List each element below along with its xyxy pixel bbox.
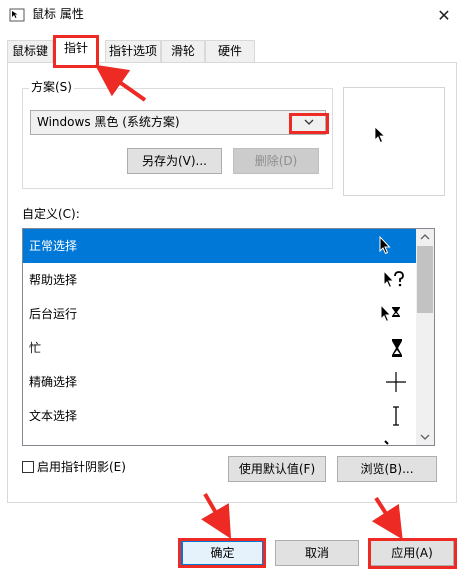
- list-item[interactable]: 后台运行: [23, 297, 417, 331]
- arrow-cursor-icon: [379, 235, 391, 255]
- scroll-thumb[interactable]: [417, 246, 433, 313]
- list-item-label: 精确选择: [29, 375, 78, 389]
- list-item[interactable]: 忙: [23, 331, 417, 365]
- save-as-button[interactable]: 另存为(V)...: [127, 148, 222, 174]
- delete-button[interactable]: 删除(D): [233, 148, 319, 174]
- browse-button[interactable]: 浏览(B)...: [337, 456, 437, 482]
- crosshair-cursor-icon: [386, 372, 406, 392]
- scroll-up-icon[interactable]: [416, 229, 434, 245]
- scheme-label: 方案(S): [29, 80, 74, 95]
- cursor-preview: [343, 87, 445, 196]
- use-default-button[interactable]: 使用默认值(F): [228, 456, 326, 482]
- pointer-shadow-label[interactable]: 启用指针阴影(E): [37, 459, 126, 475]
- list-item[interactable]: 帮助选择: [23, 263, 417, 297]
- window-title: 鼠标 属性: [32, 7, 84, 21]
- list-item-label: 帮助选择: [29, 273, 78, 287]
- close-icon[interactable]: ✕: [437, 6, 450, 25]
- list-item-label: 文本选择: [29, 409, 78, 423]
- scroll-down-icon[interactable]: [416, 429, 434, 445]
- apply-button[interactable]: 应用(A): [370, 540, 454, 566]
- help-cursor-icon: [383, 269, 404, 289]
- scheme-dropdown[interactable]: Windows 黑色 (系统方案): [30, 110, 326, 135]
- tab-hardware[interactable]: 硬件: [205, 40, 255, 62]
- list-item-label: 忙: [29, 341, 42, 355]
- working-in-background-cursor-icon: [380, 303, 400, 323]
- list-item-partial[interactable]: [23, 433, 417, 445]
- busy-hourglass-cursor-icon: [392, 339, 402, 357]
- list-item[interactable]: 文本选择: [23, 399, 417, 433]
- close-button[interactable]: ✕: [425, 0, 463, 30]
- text-ibeam-cursor-icon: [393, 406, 399, 426]
- tab-wheel[interactable]: 滑轮: [161, 40, 205, 62]
- list-item-label: 后台运行: [29, 307, 78, 321]
- mouse-properties-icon: [9, 8, 25, 22]
- list-item-label: 正常选择: [29, 239, 78, 253]
- list-item[interactable]: 正常选择: [23, 229, 417, 263]
- ok-button[interactable]: 确定: [181, 540, 264, 566]
- list-scrollbar[interactable]: [416, 229, 434, 445]
- cursor-list[interactable]: 正常选择 帮助选择 后台运行 忙 精确选择 文本选择: [22, 228, 435, 446]
- chevron-down-icon[interactable]: [303, 117, 315, 127]
- tab-buttons[interactable]: 鼠标键: [7, 40, 53, 62]
- arrow-cursor-preview-icon: [374, 126, 386, 144]
- scheme-selected-value[interactable]: Windows 黑色 (系统方案): [37, 115, 180, 129]
- pointer-shadow-checkbox[interactable]: [22, 461, 34, 473]
- title-bar: 鼠标 属性 ✕: [0, 0, 463, 30]
- handwriting-cursor-icon: [384, 440, 389, 445]
- tab-pointer-options[interactable]: 指针选项: [105, 40, 161, 62]
- list-item[interactable]: 精确选择: [23, 365, 417, 399]
- tab-pointers[interactable]: 指针: [53, 37, 99, 64]
- customize-label: 自定义(C):: [22, 207, 80, 221]
- cancel-button[interactable]: 取消: [275, 540, 359, 566]
